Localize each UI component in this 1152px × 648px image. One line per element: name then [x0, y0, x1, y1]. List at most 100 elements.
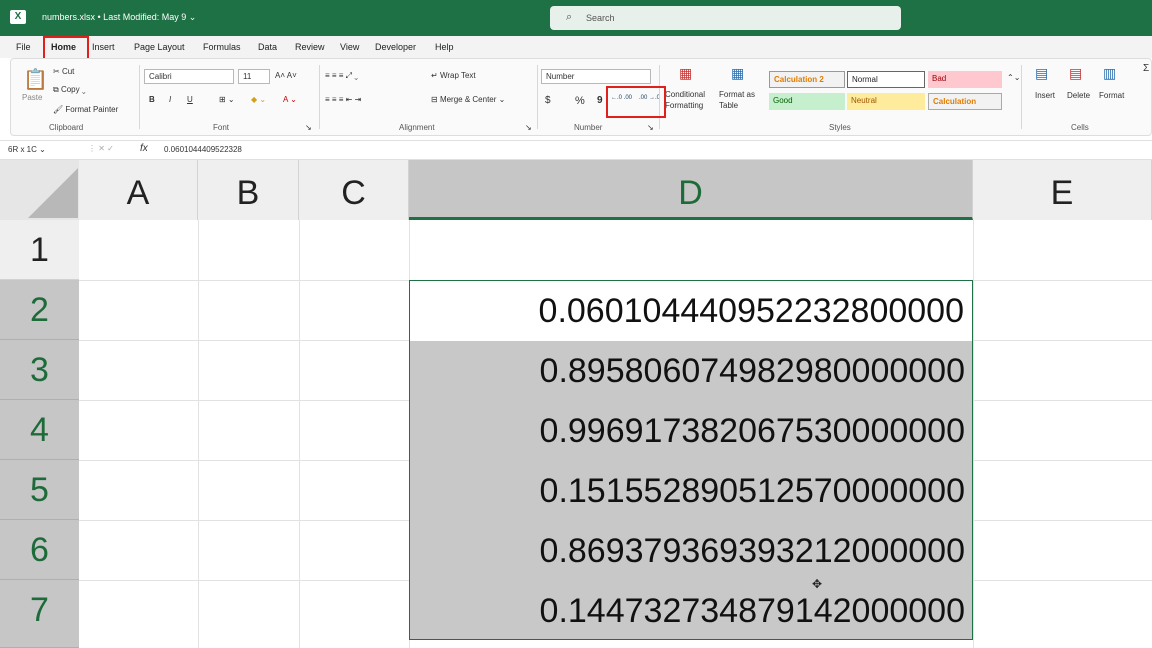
ribbon: 📋 Paste ✂ Cut ⧉ Copy ⌄ 🖌 Format Painter …	[10, 58, 1152, 136]
clipboard-group-label: Clipboard	[49, 123, 84, 132]
conditional-formatting-button[interactable]: Conditional Formatting	[665, 89, 721, 111]
tab-formulas[interactable]: Formulas	[203, 42, 241, 52]
styles-group-label: Styles	[829, 123, 851, 132]
search-icon: ⌕	[566, 11, 573, 23]
cell-d7[interactable]: 0.144732734879142000000	[409, 581, 973, 641]
name-box[interactable]: 6R x 1C ⌄	[8, 145, 46, 154]
tab-developer[interactable]: Developer	[375, 42, 416, 52]
style-good[interactable]: Good	[769, 93, 845, 110]
cell-d6[interactable]: 0.869379369393212000000	[409, 521, 973, 581]
menu-bar: File Home Insert Page Layout Formulas Da…	[0, 36, 1152, 58]
row-header-1[interactable]: 1	[0, 220, 79, 280]
format-as-table-icon[interactable]: ▦	[731, 65, 744, 82]
format-cells-icon[interactable]: ▥	[1103, 65, 1116, 82]
column-header-a[interactable]: A	[79, 160, 198, 220]
select-all-button[interactable]	[0, 160, 79, 220]
merge-center-button[interactable]: ⊟ Merge & Center ⌄	[431, 95, 505, 104]
format-painter-button[interactable]: 🖌 Format Painter	[53, 105, 118, 114]
row-header-7[interactable]: 7	[0, 580, 79, 648]
number-dialog-launcher-icon[interactable]: ↘	[647, 123, 654, 132]
number-group-label: Number	[574, 123, 603, 132]
tab-view[interactable]: View	[340, 42, 359, 52]
top-align-icon[interactable]: ≡ ≡ ≡ ⤢ ⌄	[325, 71, 358, 81]
alignment-group-label: Alignment	[399, 123, 435, 132]
underline-button[interactable]: U	[187, 95, 193, 104]
document-title[interactable]: numbers.xlsx • Last Modified: May 9 ⌄	[42, 12, 196, 23]
delete-cells-button[interactable]: Delete	[1067, 91, 1090, 100]
gridline	[198, 220, 199, 648]
tab-insert[interactable]: Insert	[92, 42, 115, 52]
copy-button[interactable]: ⧉ Copy ⌄	[53, 85, 86, 95]
conditional-formatting-icon[interactable]: ▦	[679, 65, 692, 82]
gridline	[973, 220, 974, 648]
autosum-icon[interactable]: Σ	[1143, 63, 1149, 74]
title-bar: X numbers.xlsx • Last Modified: May 9 ⌄ …	[0, 0, 1152, 36]
divider	[319, 65, 320, 129]
search-box[interactable]: ⌕ Search	[550, 6, 901, 30]
row-header-5[interactable]: 5	[0, 460, 79, 520]
style-neutral[interactable]: Neutral	[847, 93, 925, 110]
cursor-icon: ✥	[812, 577, 823, 591]
number-format-select[interactable]: Number	[541, 69, 651, 84]
cancel-confirm-icons: ⋮ ✕ ✓	[88, 144, 114, 153]
styles-scroll-icon[interactable]: ⌃⌄	[1007, 73, 1020, 82]
font-grow-button[interactable]: A˄ A˅	[275, 71, 297, 80]
format-cells-button[interactable]: Format	[1099, 91, 1124, 100]
divider	[1021, 65, 1022, 129]
decimal-buttons-highlight	[606, 86, 666, 118]
gridline	[299, 220, 300, 648]
percent-button[interactable]: %	[575, 95, 585, 107]
horizontal-align-icon[interactable]: ≡ ≡ ≡ ⇤ ⇥	[325, 95, 361, 104]
borders-icon[interactable]: ⊞ ⌄	[219, 95, 235, 104]
style-bad[interactable]: Bad	[928, 71, 1002, 88]
font-dialog-launcher-icon[interactable]: ↘	[305, 123, 312, 132]
format-as-table-button[interactable]: Format as Table	[719, 89, 767, 111]
cells-group-label: Cells	[1071, 123, 1089, 132]
fill-color-icon[interactable]: ◆ ⌄	[251, 95, 266, 104]
row-header-2[interactable]: 2	[0, 280, 79, 340]
formula-bar: 6R x 1C ⌄ ⋮ ✕ ✓ fx 0.0601044409522328	[0, 140, 1152, 160]
divider	[139, 65, 140, 129]
paste-icon[interactable]: 📋	[23, 67, 48, 92]
cell-d5[interactable]: 0.151552890512570000000	[409, 461, 973, 521]
tab-data[interactable]: Data	[258, 42, 277, 52]
font-size-select[interactable]: 11	[238, 69, 270, 84]
column-header-d[interactable]: D	[409, 160, 973, 220]
italic-button[interactable]: I	[169, 95, 171, 104]
wrap-text-button[interactable]: ↵ Wrap Text	[431, 71, 476, 80]
cell-d4[interactable]: 0.996917382067530000000	[409, 401, 973, 461]
tab-help[interactable]: Help	[435, 42, 454, 52]
font-name-select[interactable]: Calibri	[144, 69, 234, 84]
function-icon[interactable]: fx	[140, 143, 148, 154]
cell-d3[interactable]: 0.895806074982980000000	[409, 341, 973, 401]
insert-cells-button[interactable]: Insert	[1035, 91, 1055, 100]
tab-review[interactable]: Review	[295, 42, 325, 52]
tab-page-layout[interactable]: Page Layout	[134, 42, 185, 52]
column-header-e[interactable]: E	[973, 160, 1152, 220]
cell-d2[interactable]: 0.060104440952232800000	[410, 281, 972, 341]
font-group-label: Font	[213, 123, 230, 132]
alignment-dialog-launcher-icon[interactable]: ↘	[525, 123, 532, 132]
row-header-4[interactable]: 4	[0, 400, 79, 460]
currency-button[interactable]: $	[545, 95, 551, 106]
style-calculation-2[interactable]: Calculation 2	[769, 71, 845, 88]
bold-button[interactable]: B	[149, 95, 155, 104]
delete-cells-icon[interactable]: ▤	[1069, 65, 1082, 82]
font-color-icon[interactable]: A ⌄	[283, 95, 297, 104]
divider	[537, 65, 538, 129]
tab-file[interactable]: File	[16, 42, 31, 52]
excel-icon: X	[10, 10, 26, 24]
comma-button[interactable]: 9	[597, 95, 603, 106]
cut-button[interactable]: ✂ Cut	[53, 67, 74, 76]
row-header-3[interactable]: 3	[0, 340, 79, 400]
style-calculation[interactable]: Calculation	[928, 93, 1002, 110]
column-header-c[interactable]: C	[299, 160, 409, 220]
paste-button[interactable]: Paste	[22, 93, 42, 102]
row-header-6[interactable]: 6	[0, 520, 79, 580]
style-normal[interactable]: Normal	[847, 71, 925, 88]
spreadsheet-grid: A B C D E 1 2 3 4 5 6 7 0.06010444095223…	[0, 160, 1152, 648]
column-header-b[interactable]: B	[198, 160, 299, 220]
search-placeholder: Search	[586, 13, 615, 23]
insert-cells-icon[interactable]: ▤	[1035, 65, 1048, 82]
formula-input[interactable]: 0.0601044409522328	[164, 145, 242, 154]
